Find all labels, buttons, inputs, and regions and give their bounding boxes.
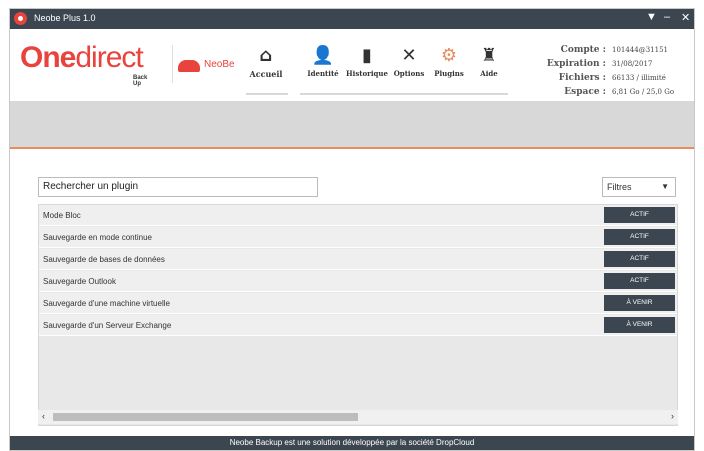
gears-icon: ⚙ (440, 45, 458, 66)
nav-historique[interactable]: ▮ Historique (343, 43, 391, 78)
list-item: Sauvegarde de bases de données ACTIF (39, 249, 677, 270)
scroll-right-icon[interactable]: › (671, 411, 674, 421)
fichiers-value: 66133 / illimité (612, 74, 666, 82)
list-item: Sauvegarde en mode continue ACTIF (39, 227, 677, 248)
nav-options[interactable]: ✕ Options (391, 43, 427, 78)
header: Onedirect Back Up NeoBe ⌂ Accueil 👤 Iden… (10, 29, 694, 101)
app-logo-icon (14, 12, 27, 25)
user-icon: 👤 (311, 45, 335, 66)
scroll-left-icon[interactable]: ‹ (42, 411, 45, 421)
nav-label: Plugins (434, 69, 464, 78)
plugin-name: Sauvegarde Outlook (43, 277, 116, 286)
espace-label: Espace : (564, 87, 606, 97)
onedirect-logo: Onedirect Back Up (20, 41, 147, 87)
status-button[interactable]: À VENIR (604, 295, 675, 311)
nav-label: Accueil (249, 69, 283, 79)
nav-label: Identité (307, 69, 339, 78)
nav-plugins[interactable]: ⚙ Plugins (431, 43, 467, 78)
fichiers-label: Fichiers : (558, 73, 606, 83)
header-divider (172, 45, 173, 83)
tools-icon: ✕ (401, 45, 417, 66)
neobe-cloud-icon (178, 60, 200, 72)
header-banner (10, 101, 694, 149)
compte-label: Compte : (560, 45, 606, 55)
nav-label: Aide (480, 69, 498, 78)
chevron-down-icon: ▼ (661, 182, 669, 191)
menu-dropdown-icon[interactable]: ▼ (646, 11, 657, 23)
nav-underline (300, 93, 508, 95)
expiration-value: 31/08/2017 (612, 60, 653, 68)
footer: Neobe Backup est une solution développée… (10, 436, 694, 450)
filters-label: Filtres (607, 182, 632, 192)
logo-subtitle: Back Up (133, 75, 148, 87)
plugin-name: Mode Bloc (43, 211, 81, 220)
expiration-label: Expiration : (546, 59, 606, 69)
status-button[interactable]: ACTIF (604, 251, 675, 267)
minimize-button[interactable]: – (664, 11, 670, 23)
list-item: Sauvegarde d'une machine virtuelle À VEN… (39, 293, 677, 314)
horizontal-scrollbar[interactable]: ‹ › (38, 410, 678, 424)
plugin-name: Sauvegarde d'un Serveur Exchange (43, 321, 172, 330)
help-icon: ♜ (480, 45, 498, 66)
neobe-logo-text: NeoBe (204, 59, 235, 70)
title-bar: Neobe Plus 1.0 ▼ – ✕ (10, 9, 694, 29)
home-icon: ⌂ (259, 45, 273, 66)
list-item: Sauvegarde d'un Serveur Exchange À VENIR (39, 315, 677, 336)
filters-dropdown[interactable]: Filtres ▼ (602, 177, 676, 197)
compte-value: 101444@31151 (612, 46, 668, 54)
list-item: Mode Bloc ACTIF (39, 205, 677, 226)
account-info: Compte : 101444@31151 Expiration : 31/08/2… (547, 43, 680, 99)
scrollbar-thumb[interactable] (53, 413, 358, 421)
plugin-name: Sauvegarde en mode continue (43, 233, 152, 242)
app-window: Neobe Plus 1.0 ▼ – ✕ Onedirect Back Up N… (9, 8, 695, 451)
plugin-list: Mode Bloc ACTIF Sauvegarde en mode conti… (38, 204, 678, 426)
plugin-name: Sauvegarde d'une machine virtuelle (43, 299, 170, 308)
list-item: Sauvegarde Outlook ACTIF (39, 271, 677, 292)
espace-value: 6,81 Go / 25,0 Go (612, 88, 675, 96)
window-title: Neobe Plus 1.0 (34, 13, 96, 23)
status-button[interactable]: ACTIF (604, 229, 675, 245)
logo-direct: direct (75, 41, 143, 74)
nav-active-underline (246, 93, 288, 95)
close-button[interactable]: ✕ (681, 11, 690, 24)
status-button[interactable]: À VENIR (604, 317, 675, 333)
logo-one: One (20, 41, 76, 74)
nav-aide[interactable]: ♜ Aide (474, 43, 504, 78)
nav-label: Options (393, 69, 425, 78)
nav-accueil[interactable]: ⌂ Accueil (246, 43, 286, 79)
trash-icon: ▮ (362, 45, 372, 66)
nav-identite[interactable]: 👤 Identité (303, 43, 343, 78)
status-button[interactable]: ACTIF (604, 207, 675, 223)
status-button[interactable]: ACTIF (604, 273, 675, 289)
plugin-name: Sauvegarde de bases de données (43, 255, 165, 264)
nav-label: Historique (346, 69, 388, 78)
plugin-search-input[interactable]: Rechercher un plugin (38, 177, 318, 197)
